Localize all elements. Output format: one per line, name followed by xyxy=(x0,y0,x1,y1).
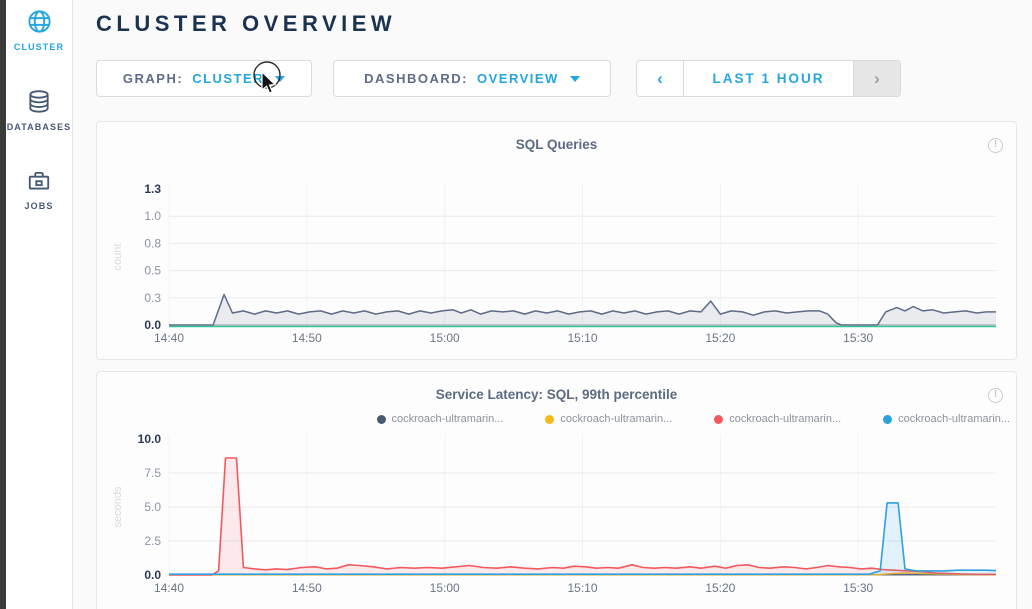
svg-text:1.0: 1.0 xyxy=(144,209,161,223)
sidebar-item-databases[interactable]: DATABASES xyxy=(6,88,72,132)
legend-dot-icon xyxy=(714,415,723,424)
globe-icon xyxy=(26,8,53,35)
svg-text:14:50: 14:50 xyxy=(292,581,322,595)
svg-text:15:10: 15:10 xyxy=(567,581,597,595)
main-content: CLUSTER OVERVIEW GRAPH: CLUSTER DASHBOAR… xyxy=(96,0,1017,609)
svg-text:2.5: 2.5 xyxy=(144,534,161,548)
legend-item[interactable]: cockroach-ultramarin... xyxy=(714,413,841,425)
svg-text:15:00: 15:00 xyxy=(430,581,460,595)
svg-text:14:40: 14:40 xyxy=(154,581,184,595)
sidebar-item-label: CLUSTER xyxy=(14,42,64,52)
time-prev-button[interactable]: ‹ xyxy=(637,61,683,96)
legend-item[interactable]: cockroach-ultramarin... xyxy=(545,413,672,425)
cluster-overview-page: CLUSTER DATABASES JOBS xyxy=(0,0,1032,609)
time-range-label[interactable]: LAST 1 HOUR xyxy=(683,61,854,96)
legend-item[interactable]: cockroach-ultramarin... xyxy=(377,413,504,425)
legend-label: cockroach-ultramarin... xyxy=(729,413,841,425)
service-latency-chart[interactable]: 0.0 2.5 5.0 7.5 10.0 14:40 14:50 15:00 15:10 15:2… xyxy=(97,372,1016,609)
chart-legend: cockroach-ultramarin... cockroach-ultrama… xyxy=(377,413,1011,425)
svg-text:15:20: 15:20 xyxy=(705,581,735,595)
dashboard-dropdown-value: OVERVIEW xyxy=(477,71,559,86)
chevron-down-icon xyxy=(275,76,285,82)
databases-icon xyxy=(26,88,52,115)
legend-dot-icon xyxy=(545,415,554,424)
chevron-down-icon xyxy=(570,76,580,82)
svg-text:0.0: 0.0 xyxy=(144,318,161,332)
graph-dropdown-label: GRAPH: xyxy=(123,71,183,86)
time-next-button[interactable]: › xyxy=(854,61,900,96)
svg-text:15:20: 15:20 xyxy=(705,331,735,345)
chart-title: SQL Queries xyxy=(516,137,598,152)
sidebar: CLUSTER DATABASES JOBS xyxy=(6,0,73,609)
svg-text:15:30: 15:30 xyxy=(843,581,873,595)
info-icon[interactable]: ! xyxy=(988,388,1003,403)
svg-text:15:00: 15:00 xyxy=(430,331,460,345)
page-title: CLUSTER OVERVIEW xyxy=(96,11,1017,37)
info-icon[interactable]: ! xyxy=(988,138,1003,153)
svg-text:15:30: 15:30 xyxy=(843,331,873,345)
svg-text:15:10: 15:10 xyxy=(567,331,597,345)
sidebar-item-label: DATABASES xyxy=(7,122,72,132)
legend-label: cockroach-ultramarin... xyxy=(560,413,672,425)
legend-label: cockroach-ultramarin... xyxy=(898,413,1010,425)
dashboard-dropdown-label: DASHBOARD: xyxy=(364,71,468,86)
chart-header: Service Latency: SQL, 99th percentile xyxy=(97,386,1016,404)
dashboard-dropdown[interactable]: DASHBOARD: OVERVIEW xyxy=(333,60,611,97)
sql-queries-chart-card: 0.0 0.3 0.5 0.8 1.0 1.3 14:40 14:50 15:00 15:10 15… xyxy=(96,121,1017,360)
svg-text:14:50: 14:50 xyxy=(292,331,322,345)
legend-dot-icon xyxy=(377,415,386,424)
chart-header: SQL Queries xyxy=(97,136,1016,154)
graph-dropdown-value: CLUSTER xyxy=(192,71,264,86)
jobs-icon xyxy=(26,168,52,194)
legend-dot-icon xyxy=(883,415,892,424)
svg-text:14:40: 14:40 xyxy=(154,331,184,345)
svg-text:5.0: 5.0 xyxy=(144,500,161,514)
legend-label: cockroach-ultramarin... xyxy=(392,413,504,425)
sidebar-item-cluster[interactable]: CLUSTER xyxy=(6,8,72,52)
controls-bar: GRAPH: CLUSTER DASHBOARD: OVERVIEW ‹ LAS… xyxy=(96,60,1017,97)
service-latency-chart-card: 0.0 2.5 5.0 7.5 10.0 14:40 14:50 15:00 15:10 15:2… xyxy=(96,371,1017,609)
sidebar-item-jobs[interactable]: JOBS xyxy=(6,168,72,211)
svg-text:7.5: 7.5 xyxy=(144,466,161,480)
graph-dropdown[interactable]: GRAPH: CLUSTER xyxy=(96,60,312,97)
svg-text:0.3: 0.3 xyxy=(144,291,161,305)
svg-text:count: count xyxy=(112,244,124,271)
sql-queries-chart[interactable]: 0.0 0.3 0.5 0.8 1.0 1.3 14:40 14:50 15:00 15:10 15… xyxy=(97,122,1016,359)
svg-text:0.0: 0.0 xyxy=(144,568,161,582)
svg-text:0.8: 0.8 xyxy=(144,236,161,250)
svg-text:seconds: seconds xyxy=(112,486,124,527)
svg-text:10.0: 10.0 xyxy=(138,432,162,446)
legend-item[interactable]: cockroach-ultramarin... xyxy=(883,413,1010,425)
chart-title: Service Latency: SQL, 99th percentile xyxy=(436,387,678,402)
svg-text:0.5: 0.5 xyxy=(144,264,161,278)
time-range-picker: ‹ LAST 1 HOUR › xyxy=(636,60,901,97)
sidebar-item-label: JOBS xyxy=(25,201,54,211)
svg-text:1.3: 1.3 xyxy=(144,182,161,196)
